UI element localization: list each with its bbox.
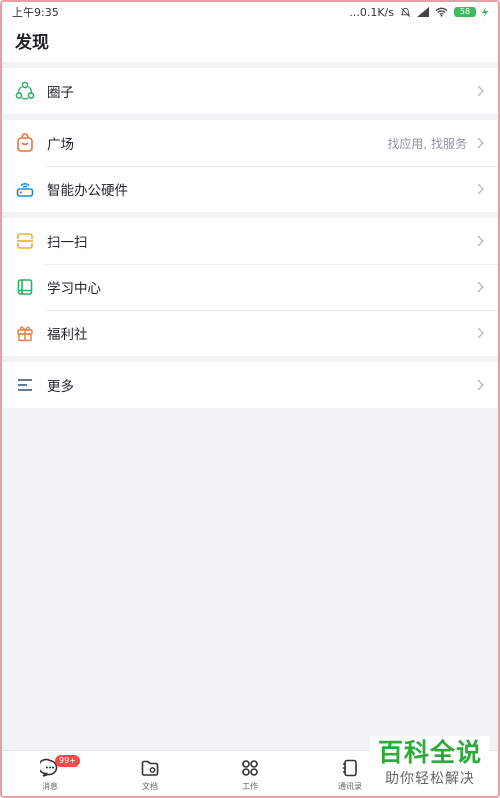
mute-bell-icon — [400, 7, 411, 17]
grid-icon — [242, 759, 258, 776]
row-hint: 找应用, 找服务 — [387, 136, 467, 151]
chevron-right-icon — [477, 235, 484, 247]
tab-label: 工作 — [242, 781, 258, 791]
watermark-subtitle: 助你轻松解决 — [384, 771, 475, 787]
charging-icon — [482, 7, 488, 17]
tab-label: 文档 — [142, 781, 158, 791]
tab-docs[interactable]: 文档 — [100, 751, 200, 798]
row-circles[interactable]: 圈子 — [0, 68, 500, 114]
row-label: 学习中心 — [47, 281, 101, 297]
row-more[interactable]: 更多 — [0, 362, 500, 408]
group-tools: 扫一扫 学习中心 福利社 — [0, 218, 500, 356]
menu-lines-icon — [15, 375, 35, 395]
tab-label: 消息 — [42, 781, 58, 791]
tab-work[interactable]: 工作 — [200, 751, 300, 798]
net-speed: ...0.1K/s — [349, 5, 394, 19]
wifi-icon — [435, 7, 448, 17]
group-more: 更多 — [0, 362, 500, 408]
row-label: 扫一扫 — [47, 235, 88, 251]
circle-group-icon — [15, 81, 35, 101]
group-square: 广场 找应用, 找服务 智能办公硬件 — [0, 120, 500, 212]
signal-icon — [417, 7, 429, 17]
page-header: 发现 — [0, 24, 500, 62]
shopping-bag-icon — [15, 133, 35, 153]
row-welfare[interactable]: 福利社 — [0, 310, 500, 356]
scan-icon — [15, 231, 35, 251]
status-time: 上午9:35 — [12, 6, 59, 19]
book-icon — [15, 277, 35, 297]
row-label: 圈子 — [47, 85, 74, 101]
group-circles: 圈子 — [0, 68, 500, 114]
row-label: 更多 — [47, 379, 74, 395]
status-bar: 上午9:35 ...0.1K/s 58 — [0, 0, 500, 24]
chevron-right-icon — [477, 137, 484, 149]
unread-badge: 99+ — [55, 755, 80, 767]
page-title: 发现 — [15, 33, 49, 53]
row-learning-center[interactable]: 学习中心 — [0, 264, 500, 310]
row-square[interactable]: 广场 找应用, 找服务 — [0, 120, 500, 166]
chevron-right-icon — [477, 183, 484, 195]
tab-label: 通讯录 — [338, 781, 362, 791]
row-label: 福利社 — [47, 327, 88, 343]
row-label: 广场 — [47, 137, 74, 153]
tab-messages[interactable]: 99+ 消息 — [0, 751, 100, 798]
status-icons: ...0.1K/s 58 — [349, 6, 488, 19]
watermark-title: 百科全说 — [377, 738, 482, 767]
chevron-right-icon — [477, 85, 484, 97]
chevron-right-icon — [477, 379, 484, 391]
chevron-right-icon — [477, 327, 484, 339]
battery-icon: 58 — [454, 7, 476, 17]
chevron-right-icon — [477, 281, 484, 293]
gift-icon — [15, 323, 35, 343]
row-smart-hardware[interactable]: 智能办公硬件 — [0, 166, 500, 212]
router-icon — [15, 179, 35, 199]
discover-list: 圈子 广场 找应用, 找服务 智能办公硬件 扫一扫 学习中心 福利社 更多 — [0, 62, 500, 408]
row-label: 智能办公硬件 — [47, 183, 128, 199]
contacts-icon — [343, 759, 357, 776]
watermark: 百科全说 助你轻松解决 — [369, 736, 490, 792]
row-scan[interactable]: 扫一扫 — [0, 218, 500, 264]
folder-icon — [141, 760, 159, 776]
